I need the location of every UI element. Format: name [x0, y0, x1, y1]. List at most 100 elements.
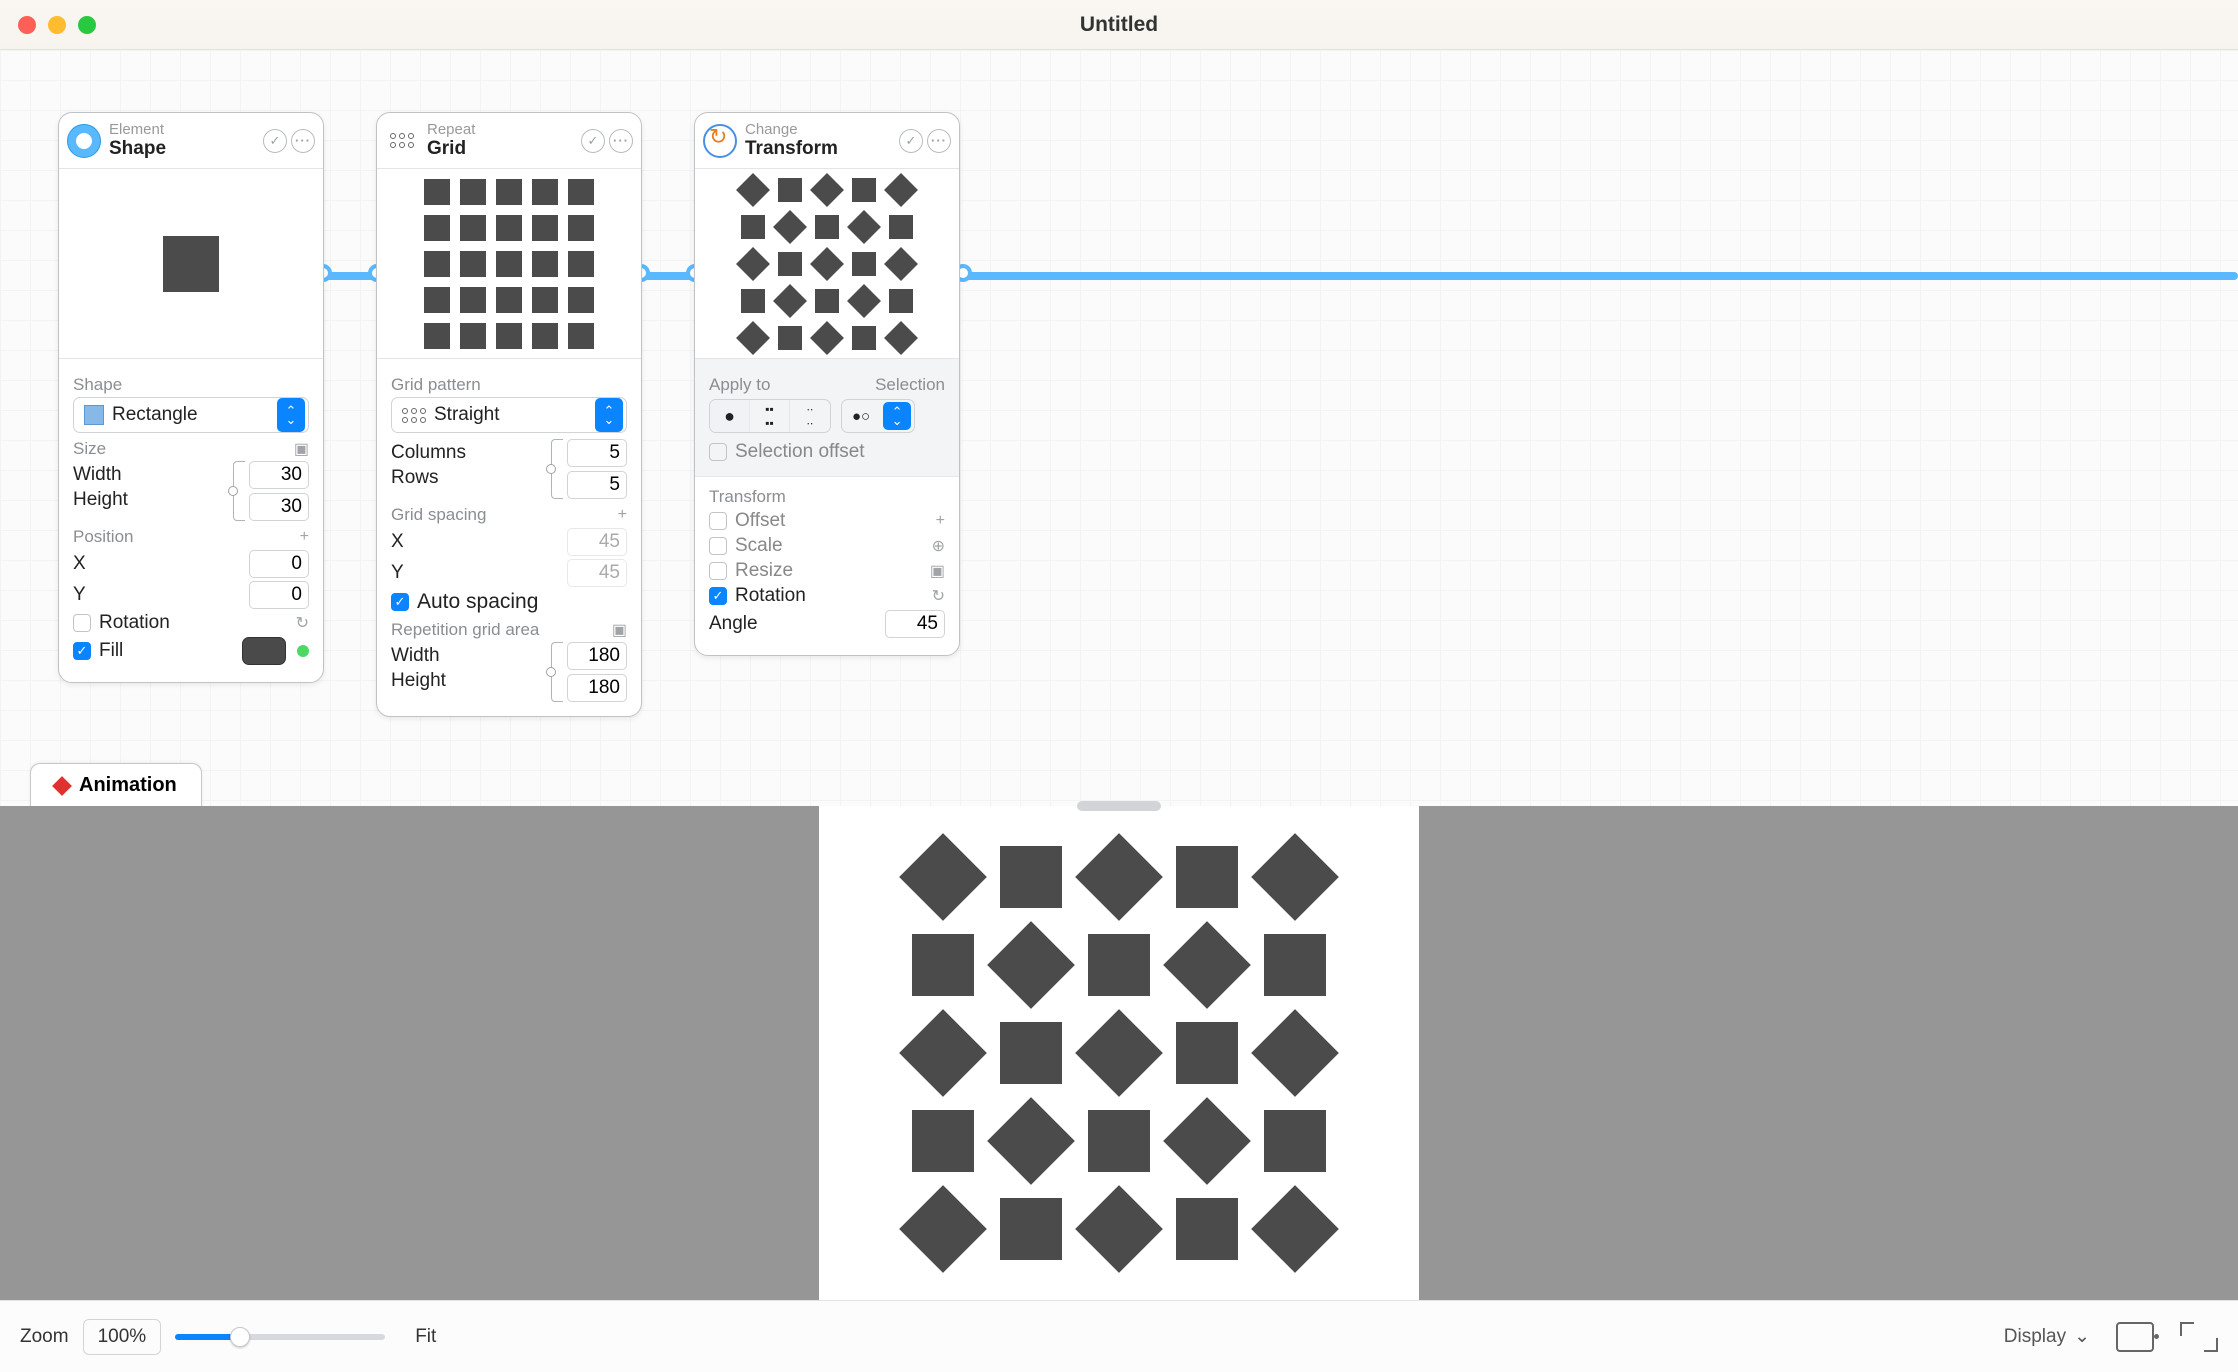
- node-apply-button[interactable]: [263, 129, 287, 153]
- area-height-label: Height: [391, 670, 551, 692]
- auto-spacing-checkbox[interactable]: [391, 593, 409, 611]
- fill-checkbox[interactable]: [73, 642, 91, 660]
- apply-to-label: Apply to: [709, 375, 770, 395]
- select-arrow-icon[interactable]: ⌃⌄: [277, 398, 305, 432]
- fullscreen-button[interactable]: [2180, 1322, 2218, 1352]
- rotation-reset-icon[interactable]: ↻: [932, 586, 945, 606]
- spacing-add-icon[interactable]: +: [618, 506, 627, 524]
- width-input[interactable]: [249, 461, 309, 489]
- footer-bar: Zoom 100% Fit Display ⌄: [0, 1300, 2238, 1372]
- spacing-x-input[interactable]: [567, 528, 627, 556]
- resize-mode-icon[interactable]: ▣: [930, 561, 945, 581]
- pattern-value: Straight: [434, 404, 499, 426]
- grid-pattern-select[interactable]: Straight ⌃⌄: [391, 397, 627, 433]
- area-width-label: Width: [391, 645, 551, 667]
- area-width-input[interactable]: [567, 642, 627, 670]
- connector-transform-out[interactable]: [960, 272, 2238, 280]
- scale-mode-icon[interactable]: ⊕: [932, 536, 945, 556]
- pattern-icon: [402, 407, 426, 423]
- node-menu-button[interactable]: [609, 129, 633, 153]
- link-area-icon[interactable]: [551, 642, 563, 702]
- x-label: X: [73, 553, 241, 575]
- pattern-label: Grid pattern: [391, 375, 627, 395]
- node-canvas[interactable]: Element Shape Shape Rectangle ⌃⌄ Size ▣ W…: [0, 50, 2238, 806]
- zoom-value-input[interactable]: 100%: [83, 1319, 162, 1355]
- spacing-y-input[interactable]: [567, 559, 627, 587]
- minimize-window-button[interactable]: [48, 16, 66, 34]
- apply-scatter-button[interactable]: ∙∙∙∙: [790, 400, 830, 432]
- fill-label: Fill: [99, 640, 123, 662]
- selection-pattern-icon: ●○: [842, 408, 880, 425]
- node-transform[interactable]: Change Transform Apply toSelection: [694, 112, 960, 656]
- select-arrow-icon[interactable]: ⌃⌄: [595, 398, 623, 432]
- output-canvas: [819, 806, 1419, 1300]
- shape-type-select[interactable]: Rectangle ⌃⌄: [73, 397, 309, 433]
- selection-dropdown[interactable]: ●○ ⌃⌄: [841, 399, 915, 433]
- angle-input[interactable]: [885, 610, 945, 638]
- zoom-window-button[interactable]: [78, 16, 96, 34]
- grid-node-icon: [385, 124, 419, 158]
- shape-type-value: Rectangle: [112, 404, 198, 426]
- node-subtitle: Element: [109, 121, 255, 138]
- node-header[interactable]: Repeat Grid: [377, 113, 641, 169]
- animation-tab-label: Animation: [79, 774, 177, 797]
- node-apply-button[interactable]: [581, 129, 605, 153]
- link-size-icon[interactable]: [233, 461, 245, 521]
- rectangle-swatch-icon: [84, 405, 104, 425]
- node-menu-button[interactable]: [927, 129, 951, 153]
- zoom-slider[interactable]: [175, 1334, 385, 1340]
- offset-add-icon[interactable]: +: [936, 512, 945, 530]
- area-label: Repetition grid area: [391, 620, 539, 640]
- select-arrow-icon[interactable]: ⌃⌄: [883, 402, 911, 430]
- y-input[interactable]: [249, 581, 309, 609]
- node-grid[interactable]: Repeat Grid Grid pattern Straight ⌃⌄: [376, 112, 642, 717]
- scale-checkbox[interactable]: [709, 537, 727, 555]
- close-window-button[interactable]: [18, 16, 36, 34]
- rotation-checkbox[interactable]: [73, 614, 91, 632]
- fill-swatch[interactable]: [242, 637, 286, 665]
- node-header[interactable]: Change Transform: [695, 113, 959, 169]
- area-height-input[interactable]: [567, 674, 627, 702]
- link-colrow-icon[interactable]: [551, 439, 563, 499]
- animation-tab[interactable]: Animation: [30, 763, 202, 807]
- y-label: Y: [73, 584, 241, 606]
- height-input[interactable]: [249, 493, 309, 521]
- position-add-icon[interactable]: +: [300, 528, 309, 546]
- area-mode-icon[interactable]: ▣: [612, 620, 627, 640]
- apply-single-button[interactable]: ●: [710, 400, 750, 432]
- preview-transform-icon: [737, 174, 917, 354]
- node-subtitle: Repeat: [427, 121, 573, 138]
- node-title: Transform: [745, 138, 891, 160]
- pane-resize-handle[interactable]: [1077, 801, 1161, 811]
- selection-offset-checkbox[interactable]: [709, 443, 727, 461]
- size-label: Size: [73, 439, 106, 459]
- rows-input[interactable]: [567, 471, 627, 499]
- resize-checkbox[interactable]: [709, 562, 727, 580]
- offset-checkbox[interactable]: [709, 512, 727, 530]
- zoom-label: Zoom: [20, 1326, 69, 1348]
- x-input[interactable]: [249, 550, 309, 578]
- fit-button[interactable]: Fit: [415, 1326, 436, 1348]
- rotation-reset-icon[interactable]: ↻: [296, 613, 309, 633]
- slider-knob[interactable]: [230, 1327, 250, 1347]
- window-title: Untitled: [1080, 13, 1158, 37]
- rotation-checkbox[interactable]: [709, 587, 727, 605]
- node-apply-button[interactable]: [899, 129, 923, 153]
- node-preview: [377, 169, 641, 359]
- columns-input[interactable]: [567, 439, 627, 467]
- selection-offset-label: Selection offset: [735, 441, 865, 463]
- node-header[interactable]: Element Shape: [59, 113, 323, 169]
- node-title: Shape: [109, 138, 255, 160]
- size-mode-icon[interactable]: ▣: [294, 439, 309, 459]
- height-label: Height: [73, 489, 233, 511]
- display-dropdown[interactable]: Display ⌄: [2004, 1325, 2090, 1348]
- apply-to-segment[interactable]: ● ▪▪▪▪ ∙∙∙∙: [709, 399, 831, 433]
- apply-quad-button[interactable]: ▪▪▪▪: [750, 400, 790, 432]
- node-menu-button[interactable]: [291, 129, 315, 153]
- output-grid-icon: [900, 834, 1338, 1272]
- fill-status-icon: [297, 645, 309, 657]
- node-title: Grid: [427, 138, 573, 160]
- node-shape[interactable]: Element Shape Shape Rectangle ⌃⌄ Size▣ W…: [58, 112, 324, 683]
- device-preview-button[interactable]: [2116, 1322, 2154, 1352]
- node-subtitle: Change: [745, 121, 891, 138]
